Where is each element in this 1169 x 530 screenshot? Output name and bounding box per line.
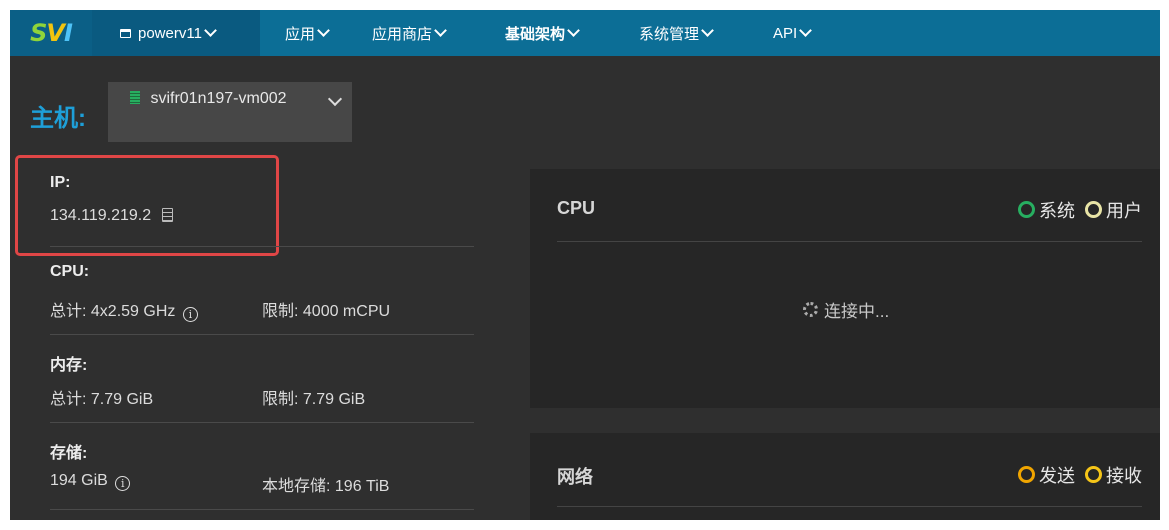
- nav-infrastructure-label: 基础架构: [505, 25, 566, 43]
- cpu-panel-title: CPU: [557, 198, 596, 218]
- highlight-box: [15, 155, 279, 256]
- cpu-title: CPU:: [50, 263, 90, 280]
- server-icon: [130, 91, 140, 104]
- chevron-down-icon: [204, 23, 217, 37]
- divider: [50, 334, 474, 335]
- chevron-down-icon: [701, 23, 714, 37]
- memory-limit: 限制: 7.79 GiB: [262, 391, 366, 408]
- legend-dot-icon: [1085, 466, 1102, 483]
- cpu-limit: 限制: 4000 mCPU: [262, 303, 391, 320]
- storage-local: 本地存储: 196 TiB: [262, 478, 390, 495]
- nav-apps[interactable]: 应用: [285, 10, 330, 56]
- nav-api[interactable]: API: [773, 10, 813, 56]
- legend-send[interactable]: 发送: [1018, 462, 1075, 488]
- nav-system-admin-label: 系统管理: [639, 25, 700, 43]
- legend-receive[interactable]: 接收: [1085, 462, 1142, 488]
- cpu-loading: 连接中...: [803, 297, 889, 322]
- window-icon: [120, 28, 131, 38]
- legend-send-label: 发送: [1039, 466, 1075, 486]
- info-icon[interactable]: i: [182, 307, 198, 322]
- cpu-total-row: 总计: 4x2.59 GHz i: [50, 297, 198, 322]
- network-legend: 发送 接收: [1018, 462, 1142, 488]
- chevron-down-icon: [327, 91, 343, 107]
- nav-system-admin[interactable]: 系统管理: [639, 10, 714, 56]
- divider: [50, 422, 474, 423]
- host-label: 主机:: [30, 105, 86, 132]
- chevron-down-icon: [434, 23, 447, 37]
- info-icon[interactable]: i: [115, 476, 131, 491]
- panel-divider: [557, 241, 1142, 242]
- cpu-legend: 系统 用户: [1018, 197, 1142, 223]
- panel-divider: [557, 506, 1142, 507]
- cpu-loading-text: 连接中...: [824, 302, 890, 321]
- storage-total-row: 194 GiB i: [50, 472, 131, 491]
- divider: [50, 246, 474, 247]
- app-window: SVI powerv11 应用 应用商店 基础架构 系统管理 API 主机: s…: [10, 10, 1160, 520]
- logo[interactable]: SVI: [10, 10, 92, 56]
- legend-system-label: 系统: [1039, 201, 1075, 221]
- cpu-panel: CPU 系统 用户 连接中...: [530, 169, 1160, 408]
- spinner-icon: [803, 302, 818, 317]
- memory-total: 总计: 7.79 GiB: [50, 391, 154, 408]
- chevron-down-icon: [567, 23, 580, 37]
- nav-infrastructure[interactable]: 基础架构: [505, 10, 580, 56]
- memory-title: 内存:: [50, 357, 88, 374]
- legend-system[interactable]: 系统: [1018, 197, 1075, 223]
- storage-title: 存储:: [50, 445, 88, 462]
- project-name: powerv11: [138, 24, 202, 42]
- cpu-total: 总计: 4x2.59 GHz: [50, 303, 176, 320]
- legend-dot-icon: [1018, 466, 1035, 483]
- network-panel: 网络 发送 接收: [530, 433, 1160, 520]
- chevron-down-icon: [799, 23, 813, 37]
- legend-user[interactable]: 用户: [1085, 197, 1142, 223]
- nav-apps-label: 应用: [285, 25, 316, 43]
- divider: [50, 509, 474, 510]
- legend-user-label: 用户: [1106, 201, 1142, 221]
- host-select-value: svifr01n197-vm002: [150, 90, 287, 107]
- nav-app-store[interactable]: 应用商店: [372, 10, 447, 56]
- network-panel-title: 网络: [557, 467, 593, 487]
- host-select[interactable]: svifr01n197-vm002: [108, 82, 352, 142]
- storage-total: 194 GiB: [50, 472, 108, 489]
- chevron-down-icon: [317, 23, 330, 37]
- logo-text: SVI: [30, 19, 73, 47]
- nav-app-store-label: 应用商店: [372, 25, 433, 43]
- legend-receive-label: 接收: [1106, 466, 1142, 486]
- legend-dot-icon: [1018, 201, 1035, 218]
- legend-dot-icon: [1085, 201, 1102, 218]
- project-selector[interactable]: powerv11: [92, 10, 260, 56]
- nav-api-label: API: [773, 24, 798, 42]
- top-nav: SVI powerv11 应用 应用商店 基础架构 系统管理 API: [10, 10, 1160, 56]
